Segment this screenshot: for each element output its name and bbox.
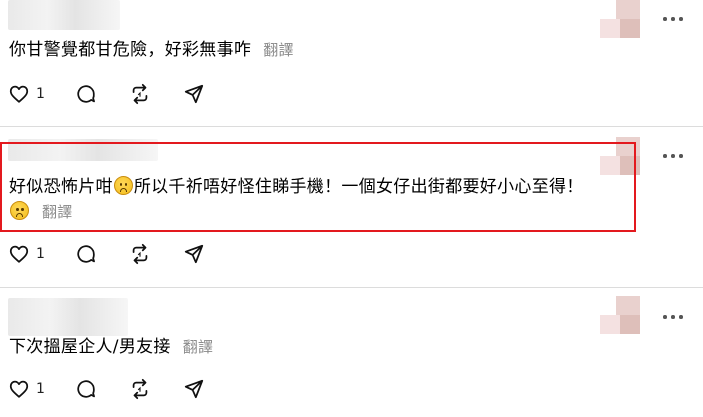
share-button[interactable] — [183, 242, 205, 266]
username-blurred[interactable] — [8, 298, 128, 336]
more-options-icon[interactable] — [663, 14, 683, 24]
heart-icon — [9, 380, 29, 398]
repost-icon — [132, 243, 148, 265]
comment-button[interactable] — [75, 377, 97, 401]
action-bar: 1 — [8, 82, 205, 106]
more-options-icon[interactable] — [663, 312, 683, 322]
heart-icon — [9, 85, 29, 103]
like-button[interactable]: 1 — [8, 377, 45, 401]
share-icon — [184, 379, 204, 399]
action-bar: 1 — [8, 377, 205, 401]
comment-button[interactable] — [75, 242, 97, 266]
post-text: 下次搵屋企人/男友接 翻譯 — [9, 335, 213, 359]
comment-button[interactable] — [75, 82, 97, 106]
repost-button[interactable] — [129, 377, 151, 401]
avatar-blurred[interactable] — [600, 0, 640, 38]
like-button[interactable]: 1 — [8, 82, 45, 106]
comment-icon — [77, 85, 95, 103]
avatar-blurred[interactable] — [600, 296, 640, 334]
like-count: 1 — [36, 86, 45, 102]
share-icon — [184, 84, 204, 104]
repost-icon — [132, 83, 148, 105]
like-count: 1 — [36, 381, 45, 397]
translate-link[interactable]: 翻譯 — [183, 338, 214, 356]
username-blurred[interactable] — [8, 0, 120, 30]
post-3: 下次搵屋企人/男友接 翻譯 1 — [0, 288, 703, 417]
highlight-box — [0, 142, 636, 232]
post-1: 你甘警覺都甘危險，好彩無事咋 翻譯 1 — [0, 0, 703, 125]
like-button[interactable]: 1 — [8, 242, 45, 266]
heart-icon — [9, 245, 29, 263]
translate-link[interactable]: 翻譯 — [263, 41, 294, 59]
comment-icon — [77, 380, 95, 398]
repost-button[interactable] — [129, 242, 151, 266]
share-button[interactable] — [183, 377, 205, 401]
like-count: 1 — [36, 246, 45, 262]
post-text-content: 下次搵屋企人/男友接 — [9, 337, 171, 357]
share-button[interactable] — [183, 82, 205, 106]
repost-icon — [132, 378, 148, 400]
action-bar: 1 — [8, 242, 205, 266]
share-icon — [184, 244, 204, 264]
comment-icon — [77, 245, 95, 263]
post-text: 你甘警覺都甘危險，好彩無事咋 翻譯 — [9, 38, 294, 62]
post-text-content: 你甘警覺都甘危險，好彩無事咋 — [9, 40, 252, 60]
more-options-icon[interactable] — [663, 151, 683, 161]
repost-button[interactable] — [129, 82, 151, 106]
